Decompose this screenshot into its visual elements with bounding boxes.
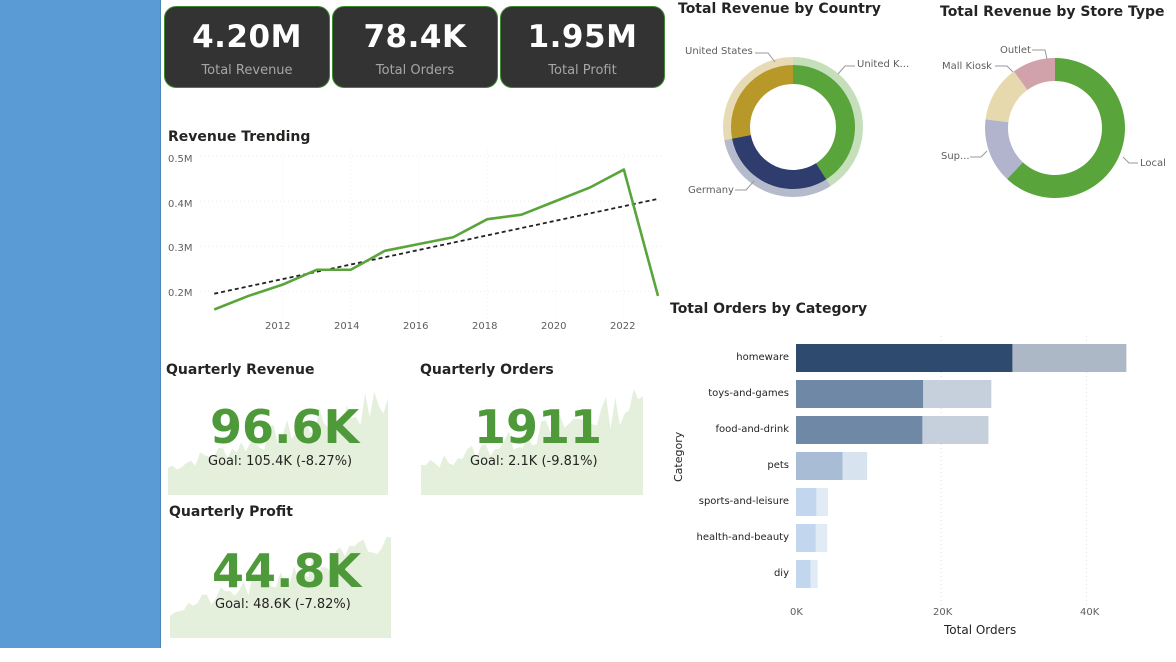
donut-slice (732, 135, 827, 189)
quarterly-revenue-title: Quarterly Revenue (166, 362, 315, 378)
category-label: homeware (736, 352, 789, 363)
donut-label: Mall Kiosk (942, 61, 992, 72)
bar-value (796, 380, 924, 408)
quarterly-profit-title: Quarterly Profit (169, 504, 293, 520)
category-label: toys-and-games (708, 388, 789, 399)
quarterly-orders-title: Quarterly Orders (420, 362, 554, 378)
kpi-card-total-profit[interactable]: 1.95M Total Profit (500, 6, 665, 88)
x-axis-title: Total Orders (944, 623, 1017, 637)
y-tick-label: 0.4M (168, 199, 193, 210)
kpi-value: 1.95M (527, 19, 638, 55)
category-label: sports-and-leisure (698, 496, 789, 507)
x-tick-label: 40K (1080, 607, 1100, 618)
revenue-by-country-donut[interactable] (680, 30, 890, 210)
donut-label: Sup... (941, 151, 970, 162)
kpi-label: Total Profit (548, 63, 617, 78)
bar-value (796, 416, 923, 444)
revenue-trend-title: Revenue Trending (168, 129, 311, 145)
kpi-label: Total Orders (375, 63, 455, 78)
donut-label: United K... (857, 59, 910, 70)
bar-value (796, 488, 817, 516)
kpi-card-total-revenue[interactable]: 4.20M Total Revenue (164, 6, 330, 88)
bar-value (796, 524, 816, 552)
orders-by-category-bars[interactable] (796, 336, 1136, 606)
country-donut-title: Total Revenue by Country (678, 1, 881, 17)
donut-label: Outlet (1000, 45, 1031, 56)
x-tick-label: 2022 (610, 321, 636, 332)
store-donut-title: Total Revenue by Store Type (940, 4, 1165, 20)
leader-line (837, 65, 855, 75)
x-tick-label: 2018 (472, 321, 498, 332)
quarterly-revenue-goal: Goal: 105.4K (-8.27%) (208, 454, 353, 469)
category-label: health-and-beauty (696, 532, 790, 543)
quarterly-orders-goal: Goal: 2.1K (-9.81%) (470, 454, 598, 469)
category-label: pets (767, 460, 789, 471)
donut-label: United States (685, 46, 753, 57)
x-tick-label: 20K (933, 607, 953, 618)
donut-slice (731, 65, 793, 139)
orders-chart-title: Total Orders by Category (670, 301, 868, 317)
y-axis-title: Category (672, 431, 685, 482)
y-tick-label: 0.5M (168, 154, 193, 165)
x-tick-label: 2016 (403, 321, 429, 332)
revenue-trend-chart[interactable] (200, 150, 662, 320)
alert-icon: ! (339, 566, 344, 579)
x-tick-label: 2012 (265, 321, 291, 332)
kpi-card-total-orders[interactable]: 78.4K Total Orders (332, 6, 498, 88)
alert-icon: ! (337, 422, 342, 435)
bar-value (796, 560, 811, 588)
kpi-value: 4.20M (192, 19, 302, 55)
y-tick-label: 0.2M (168, 288, 193, 299)
category-label: food-and-drink (715, 424, 789, 435)
leader-line (1032, 49, 1048, 60)
left-sidebar (0, 0, 161, 648)
kpi-label: Total Revenue (201, 63, 293, 78)
y-tick-label: 0.3M (168, 243, 193, 254)
bar-value (796, 344, 1013, 372)
kpi-value: 78.4K (363, 19, 467, 55)
x-tick-label: 2020 (541, 321, 567, 332)
bar-value (796, 452, 843, 480)
quarterly-profit-goal: Goal: 48.6K (-7.82%) (215, 597, 351, 612)
x-tick-label: 2014 (334, 321, 360, 332)
revenue-series-line (213, 168, 660, 311)
x-tick-label: 0K (790, 607, 803, 618)
leader-line (1122, 156, 1138, 164)
revenue-by-store-type-donut[interactable] (935, 30, 1176, 210)
category-label: diy (773, 568, 789, 579)
alert-icon: ! (583, 422, 588, 435)
leader-line (970, 150, 988, 158)
leader-line (995, 65, 1014, 73)
donut-label: Local (1140, 158, 1166, 169)
donut-label: Germany (688, 185, 734, 196)
